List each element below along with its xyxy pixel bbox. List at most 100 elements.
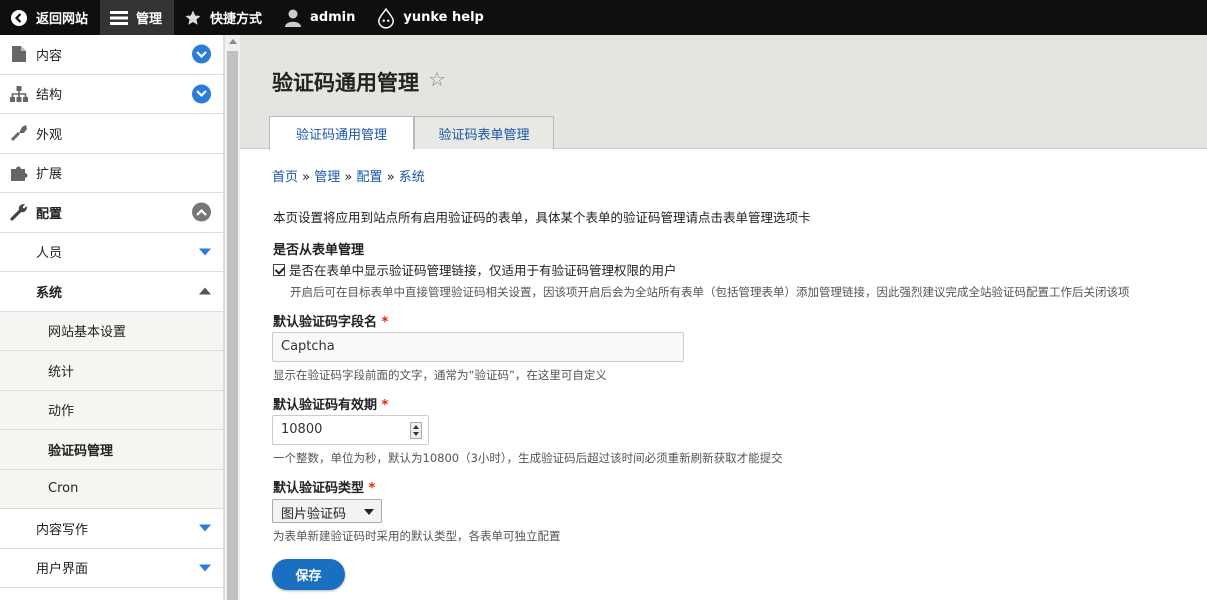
chevron-up-icon[interactable] (199, 287, 211, 295)
manage-label: 管理 (136, 12, 163, 27)
validity-value: 10800 (281, 422, 323, 437)
required-mark: * (368, 481, 376, 496)
drop-icon (377, 7, 395, 29)
sidebar-item-label: 系统 (36, 285, 63, 301)
sitemap-icon (10, 85, 28, 103)
page-header: 验证码通用管理 ☆ 验证码通用管理 验证码表单管理 (240, 35, 1207, 150)
star-icon (184, 9, 202, 27)
form-manage-checkbox[interactable] (273, 264, 285, 276)
form-manage-checkbox-row[interactable]: 是否在表单中显示验证码管理链接，仅适用于有验证码管理权限的用户 (273, 260, 677, 279)
puzzle-icon (10, 164, 28, 182)
sidebar-item-statistics[interactable]: 统计 (0, 351, 223, 391)
type-label: 默认验证码类型 * (273, 477, 375, 496)
sidebar-item-appearance[interactable]: 外观 (0, 114, 223, 154)
paintbrush-icon (10, 124, 28, 142)
sidebar-item-label: 内容写作 (36, 522, 89, 538)
type-description: 为表单新建验证码时采用的默认类型，各表单可独立配置 (273, 529, 561, 543)
breadcrumb: 首页 » 管理 » 配置 » 系统 (272, 166, 425, 185)
sidebar-item-actions[interactable]: 动作 (0, 390, 223, 430)
validity-input[interactable]: 10800 (272, 415, 429, 445)
user-label: admin (310, 10, 356, 25)
chevron-down-icon[interactable] (199, 524, 211, 532)
intro-text: 本页设置将应用到站点所有启用验证码的表单，具体某个表单的验证码管理请点击表单管理… (273, 210, 811, 225)
sidebar-item-label: 扩展 (36, 167, 63, 183)
form-manage-description: 开启后可在目标表单中直接管理验证码相关设置，因该项开启后会为全站所有表单（包括管… (290, 285, 1130, 299)
caret-down-icon (364, 509, 374, 515)
sidebar-item-site-settings[interactable]: 网站基本设置 (0, 311, 223, 351)
main-content: 验证码通用管理 ☆ 验证码通用管理 验证码表单管理 首页 » 管理 » 配置 »… (240, 35, 1207, 600)
manage-menu-button[interactable]: 管理 (100, 0, 175, 35)
user-icon (284, 9, 302, 27)
sidebar-scrollbar[interactable] (224, 35, 240, 600)
sidebar-item-structure[interactable]: 结构 (0, 75, 223, 114)
help-label: yunke help (403, 10, 484, 25)
tab-general[interactable]: 验证码通用管理 (269, 116, 414, 150)
admin-sidebar: 内容 结构 外观 扩展 配置 人员 系统 网站基本设置 统计 动作 验证码管理 … (0, 35, 224, 600)
type-label-text: 默认验证码类型 (273, 481, 365, 496)
shortcut-star-icon[interactable]: ☆ (428, 67, 446, 91)
sidebar-item-system[interactable]: 系统 (0, 272, 223, 312)
field-name-label: 默认验证码字段名 * (273, 311, 388, 330)
expand-toggle[interactable] (192, 44, 211, 64)
sidebar-item-people[interactable]: 人员 (0, 232, 223, 272)
field-name-label-text: 默认验证码字段名 (273, 315, 378, 330)
tab-label: 验证码表单管理 (438, 127, 530, 143)
required-mark: * (381, 315, 389, 330)
sidebar-item-label: 外观 (36, 127, 63, 143)
back-to-site-link[interactable]: 返回网站 (0, 0, 100, 35)
breadcrumb-sep: » (302, 170, 311, 185)
breadcrumb-system[interactable]: 系统 (399, 170, 425, 185)
sidebar-item-content-authoring[interactable]: 内容写作 (0, 509, 223, 549)
user-menu-button[interactable]: admin (274, 0, 367, 35)
sidebar-item-label: 网站基本设置 (48, 325, 127, 341)
sidebar-item-content[interactable]: 内容 (0, 35, 223, 75)
sidebar-item-label: 配置 (36, 206, 63, 222)
scrollbar-thumb[interactable] (227, 51, 238, 600)
breadcrumb-sep: » (386, 170, 395, 185)
validity-label: 默认验证码有效期 * (273, 394, 388, 413)
type-select-value: 图片验证码 (281, 507, 347, 522)
back-to-site-label: 返回网站 (36, 12, 89, 27)
sidebar-item-label: 人员 (36, 246, 63, 262)
validity-label-text: 默认验证码有效期 (273, 398, 378, 413)
chevron-down-icon[interactable] (199, 564, 211, 572)
number-spinner-icon[interactable] (410, 422, 422, 439)
sidebar-item-configuration[interactable]: 配置 (0, 193, 223, 233)
breadcrumb-sep: » (344, 170, 353, 185)
shortcuts-label: 快捷方式 (210, 12, 263, 27)
sidebar-item-label: 用户界面 (36, 562, 89, 578)
breadcrumb-admin[interactable]: 管理 (314, 170, 340, 185)
sidebar-item-label: 统计 (48, 364, 75, 380)
sidebar-item-captcha[interactable]: 验证码管理 (0, 430, 223, 470)
field-name-input[interactable]: Captcha (272, 332, 684, 362)
expand-toggle[interactable] (192, 84, 211, 104)
validity-description: 一个整数，单位为秒，默认为10800（3小时），生成验证码后超过该时间必须重新刷… (273, 451, 783, 465)
scroll-up-icon[interactable] (229, 39, 237, 44)
field-name-description: 显示在验证码字段前面的文字，通常为“验证码”，在这里可自定义 (273, 368, 607, 382)
sidebar-item-user-interface[interactable]: 用户界面 (0, 548, 223, 588)
sidebar-item-cron[interactable]: Cron (0, 469, 223, 509)
type-select[interactable]: 图片验证码 (272, 499, 382, 523)
admin-toolbar: 返回网站 管理 快捷方式 admin yunke help (0, 0, 1207, 35)
chevron-down-icon[interactable] (199, 248, 211, 256)
page-title: 验证码通用管理 (272, 71, 419, 95)
sidebar-item-label: 动作 (48, 404, 75, 420)
form-manage-label: 是否从表单管理 (273, 243, 365, 258)
shortcuts-menu-button[interactable]: 快捷方式 (174, 0, 274, 35)
tab-form-management[interactable]: 验证码表单管理 (414, 116, 554, 149)
field-name-value: Captcha (281, 339, 335, 354)
wrench-icon (10, 203, 28, 221)
breadcrumb-home[interactable]: 首页 (272, 170, 298, 185)
sidebar-item-label: Cron (48, 481, 79, 497)
save-button[interactable]: 保存 (272, 559, 345, 590)
back-arrow-icon (10, 9, 28, 27)
form-manage-checkbox-label[interactable]: 是否在表单中显示验证码管理链接，仅适用于有验证码管理权限的用户 (289, 263, 677, 278)
sidebar-item-label: 结构 (36, 88, 63, 104)
sidebar-item-extend[interactable]: 扩展 (0, 154, 223, 193)
tab-label: 验证码通用管理 (295, 128, 387, 143)
collapse-toggle[interactable] (192, 202, 211, 222)
sidebar-item-label: 验证码管理 (48, 443, 114, 459)
breadcrumb-config[interactable]: 配置 (357, 170, 383, 185)
sidebar-item-label: 内容 (36, 48, 63, 64)
help-menu-button[interactable]: yunke help (367, 0, 495, 35)
